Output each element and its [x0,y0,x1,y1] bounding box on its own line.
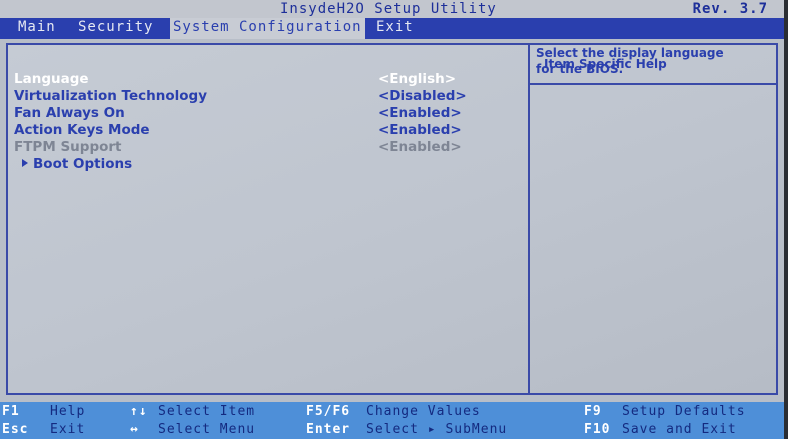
title-bar: InsydeH2O Setup Utility Rev. 3.7 [0,0,788,18]
setting-fan-always-on[interactable]: Fan Always On <Enabled> [14,105,514,122]
menu-system-configuration[interactable]: System Configuration [170,18,365,39]
setting-virtualization-technology[interactable]: Virtualization Technology <Disabled> [14,88,514,105]
setting-label: Virtualization Technology [14,88,207,104]
setting-value[interactable]: <English> [378,71,456,88]
setting-action-keys-mode[interactable]: Action Keys Mode <Enabled> [14,122,514,139]
menu-exit[interactable]: Exit [376,18,414,39]
menu-security[interactable]: Security [78,18,153,39]
function-key-bar: F1 Help Esc Exit ↑↓ Select Item ↔ Select… [0,402,788,439]
setting-boot-options[interactable]: Boot Options [22,156,522,173]
key-f1-desc: Help [50,404,86,419]
submenu-arrow-icon [22,159,28,167]
setting-label: Language [14,71,89,87]
window-title: InsydeH2O Setup Utility [280,1,497,17]
revision-label: Rev. 3.7 [692,1,768,17]
setting-label: Action Keys Mode [14,122,150,138]
setting-label-text: Boot Options [33,156,133,172]
help-line: Select the display language [536,46,724,60]
key-f10[interactable]: F10 [584,422,610,438]
key-f1[interactable]: F1 [2,404,20,420]
menu-bar: Main Security System Configuration Exit [0,18,788,39]
setting-value[interactable]: <Enabled> [378,105,462,122]
setting-value[interactable]: <Enabled> [378,122,462,139]
setting-value[interactable]: <Disabled> [378,88,467,105]
panel-divider [528,45,530,393]
key-f5-f6[interactable]: F5/F6 [306,404,350,420]
key-esc[interactable]: Esc [2,422,28,438]
setting-language[interactable]: Language <English> [14,71,514,88]
key-enter[interactable]: Enter [306,422,350,438]
key-left-right[interactable]: ↔ [130,422,139,438]
key-f9[interactable]: F9 [584,404,602,420]
help-line: for the BIOS. [536,62,624,76]
key-f5-f6-desc: Change Values [366,404,481,419]
screen-bezel [784,0,788,439]
help-text: Select the display language for the BIOS… [536,45,756,77]
menu-main[interactable]: Main [18,18,56,39]
setting-label: Fan Always On [14,105,125,121]
setting-ftpm-support: FTPM Support <Enabled> [14,139,514,156]
key-enter-desc: Select ▸ SubMenu [366,422,508,437]
key-f10-desc: Save and Exit [622,422,737,437]
bios-screen: InsydeH2O Setup Utility Rev. 3.7 Main Se… [0,0,788,439]
setting-label: Boot Options [22,156,132,173]
key-left-right-desc: Select Menu [158,422,256,437]
key-esc-desc: Exit [50,422,86,437]
setting-value: <Enabled> [378,139,462,155]
key-up-down[interactable]: ↑↓ [130,404,148,420]
key-up-down-desc: Select Item [158,404,256,419]
key-f9-desc: Setup Defaults [622,404,746,419]
setting-label: FTPM Support [14,139,122,155]
